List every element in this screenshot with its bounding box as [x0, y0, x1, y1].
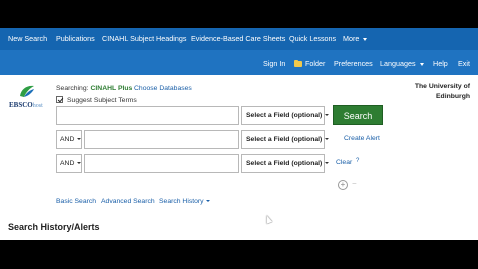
field-select-label: Select a Field (optional) [246, 112, 323, 119]
institution-name: The University of Edinburgh [414, 83, 470, 100]
add-row-icon[interactable]: + [338, 180, 348, 190]
nav-new-search[interactable]: New Search [8, 34, 47, 43]
boolean-operator-label: AND [60, 160, 75, 167]
search-input-1[interactable] [56, 106, 239, 125]
nav-more-menu[interactable]: More [343, 34, 368, 43]
searching-database-label: Searching: CINAHL Plus [56, 85, 132, 92]
selected-database: CINAHL Plus [90, 85, 133, 92]
remove-row-icon[interactable]: − [352, 179, 357, 188]
clear-link[interactable]: Clear [336, 159, 352, 166]
search-input-2[interactable] [84, 130, 239, 149]
search-history-link[interactable]: Search History [159, 198, 210, 205]
boolean-operator-label: AND [60, 136, 75, 143]
logo-host-text: host [32, 103, 43, 109]
logo-ebsco-text: EBSCO [9, 101, 33, 109]
search-input-3[interactable] [84, 154, 239, 173]
basic-search-link[interactable]: Basic Search [56, 198, 96, 205]
ebsco-window: New Search Publications CINAHL Subject H… [0, 28, 478, 240]
nav-publications[interactable]: Publications [56, 34, 95, 43]
create-alert-link[interactable]: Create Alert [344, 135, 380, 142]
boolean-operator-select-3[interactable]: AND [56, 154, 82, 173]
search-button[interactable]: Search [333, 105, 383, 125]
user-toolbar: Sign In Folder Preferences Languages Hel… [0, 50, 478, 75]
chevron-down-icon [205, 200, 210, 203]
folder-icon [294, 59, 302, 67]
help-icon[interactable]: ? [356, 158, 359, 164]
preferences-link[interactable]: Preferences [334, 59, 373, 68]
boolean-operator-select-2[interactable]: AND [56, 130, 82, 149]
field-select-label: Select a Field (optional) [246, 160, 323, 167]
help-link[interactable]: Help [433, 59, 448, 68]
search-history-heading: Search History/Alerts [8, 222, 100, 232]
chevron-down-icon [77, 162, 82, 165]
languages-label: Languages [380, 59, 416, 68]
field-select-3[interactable]: Select a Field (optional) [241, 154, 330, 173]
chevron-down-icon [325, 114, 330, 117]
chevron-down-icon [419, 62, 424, 66]
sign-in-link[interactable]: Sign In [263, 59, 285, 68]
suggest-subject-terms-label: Suggest Subject Terms [67, 97, 137, 104]
top-navigation-bar: New Search Publications CINAHL Subject H… [0, 28, 478, 50]
chevron-down-icon [363, 37, 368, 41]
ebsco-logo-icon[interactable] [17, 83, 37, 101]
searching-label: Searching: [56, 85, 89, 92]
mouse-cursor-icon [263, 214, 273, 224]
suggest-subject-terms-option[interactable]: Suggest Subject Terms [56, 96, 137, 104]
choose-databases-link[interactable]: Choose Databases [134, 85, 192, 92]
folder-link[interactable]: Folder [294, 59, 325, 68]
search-history-label: Search History [159, 198, 204, 205]
nav-cinahl-subject-headings[interactable]: CINAHL Subject Headings [102, 34, 186, 43]
field-select-1[interactable]: Select a Field (optional) [241, 106, 330, 125]
exit-link[interactable]: Exit [458, 59, 470, 68]
folder-label: Folder [305, 59, 326, 68]
languages-menu[interactable]: Languages [380, 59, 424, 68]
field-select-label: Select a Field (optional) [246, 136, 323, 143]
chevron-down-icon [77, 138, 82, 141]
nav-quick-lessons[interactable]: Quick Lessons [289, 34, 336, 43]
chevron-down-icon [325, 138, 330, 141]
advanced-search-link[interactable]: Advanced Search [101, 198, 155, 205]
nav-evidence-based-care-sheets[interactable]: Evidence-Based Care Sheets [191, 34, 285, 43]
suggest-subject-terms-checkbox[interactable] [56, 96, 63, 103]
chevron-down-icon [325, 162, 330, 165]
ebsco-host-logo: EBSCOhost [9, 101, 43, 109]
field-select-2[interactable]: Select a Field (optional) [241, 130, 330, 149]
nav-more-label: More [343, 34, 360, 43]
